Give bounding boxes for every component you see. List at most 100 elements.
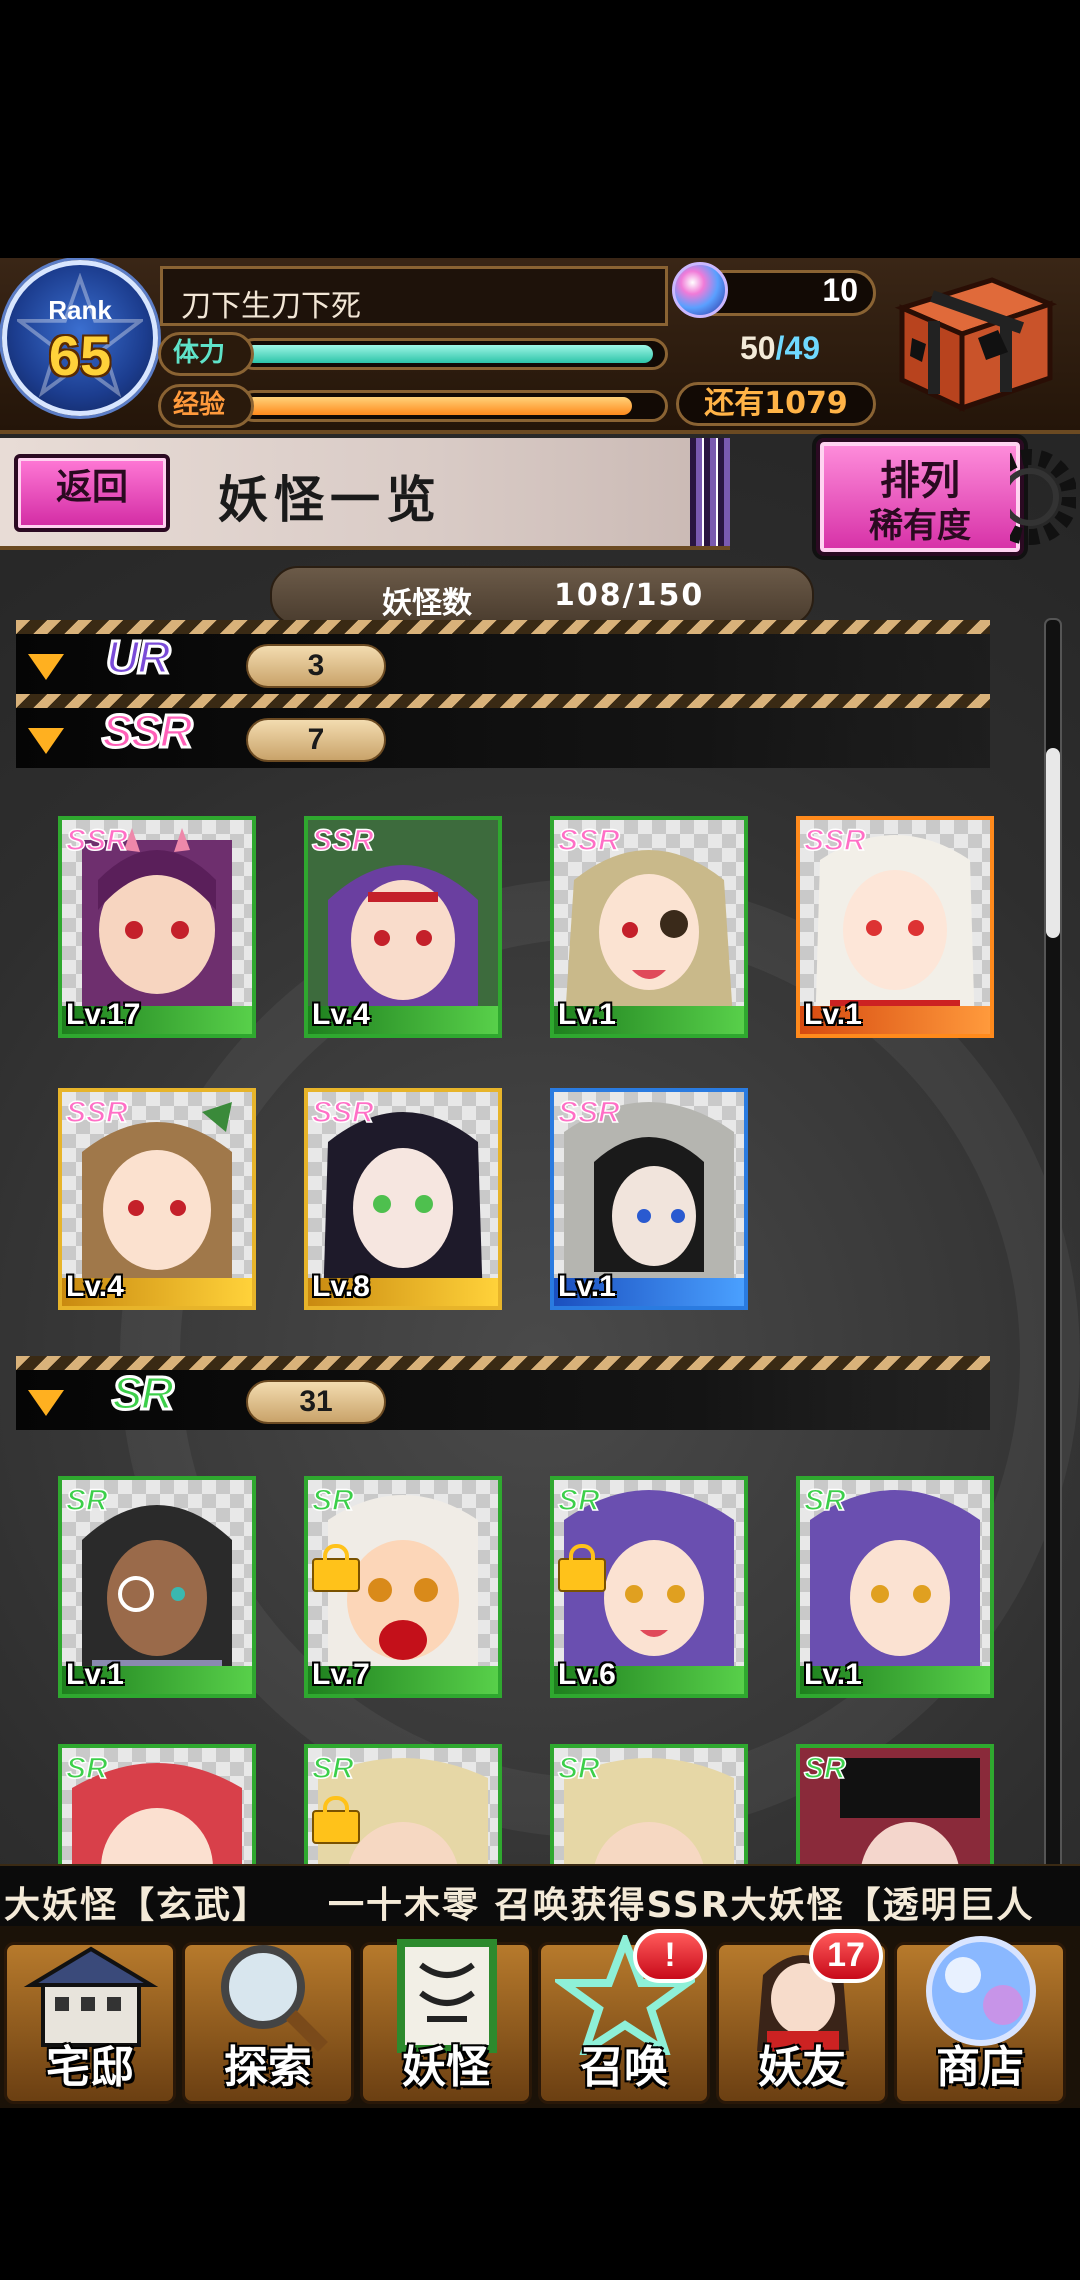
- rarity-tag: SSR: [557, 1095, 620, 1130]
- lock-icon: [312, 1544, 360, 1592]
- bottom-nav: 宅邸 探索 妖怪 召唤 ! 妖友 17 商店: [0, 1926, 1080, 2108]
- level-label: Lv.1: [558, 1270, 616, 1303]
- rarity-tag: SSR: [65, 1095, 128, 1130]
- rank-label: Rank: [48, 295, 112, 325]
- gem-count: 10: [822, 272, 858, 308]
- rarity-tag: SSR: [311, 823, 374, 858]
- rarity-tag: SSR: [311, 1095, 374, 1130]
- rank-badge[interactable]: Rank 65: [2, 260, 158, 416]
- level-label: Lv.1: [804, 1658, 862, 1691]
- hp-label: 体力: [158, 332, 254, 376]
- collapse-triangle-icon: [28, 654, 64, 680]
- level-label: Lv.4: [66, 1270, 124, 1303]
- rarity-tag: SR: [65, 1751, 108, 1786]
- rarity-tag: SR: [557, 1751, 600, 1786]
- stamina-max: 49: [784, 330, 821, 366]
- ur-rarity-logo: UR: [104, 630, 171, 685]
- title-bar: 返回 妖怪一览: [0, 438, 730, 550]
- gear-decoration-icon: [1010, 449, 1076, 545]
- level-label: Lv.1: [804, 998, 862, 1031]
- rarity-group-sr[interactable]: SR 31: [16, 1356, 990, 1430]
- nav-monsters-label: 妖怪: [402, 2042, 490, 2093]
- ur-count: 3: [246, 644, 386, 688]
- rank-number: 65: [48, 324, 112, 387]
- rarity-tag: SSR: [65, 823, 128, 858]
- gem-orb-icon: [672, 262, 728, 318]
- monster-count-pill: 妖怪数 108/150: [270, 566, 814, 626]
- exp-label: 经验: [158, 384, 254, 428]
- sr-count: 31: [246, 1380, 386, 1424]
- collapse-triangle-icon: [28, 728, 64, 754]
- nav-monsters[interactable]: 妖怪: [360, 1939, 532, 2104]
- monster-count-value: 108/150: [554, 578, 705, 613]
- collapse-triangle-icon: [28, 1390, 64, 1416]
- ssr-rarity-logo: SSR: [101, 704, 195, 759]
- hp-track: [238, 338, 668, 370]
- rarity-tag: SR: [65, 1483, 108, 1518]
- level-label: Lv.8: [312, 1270, 370, 1303]
- page-title: 妖怪一览: [218, 470, 442, 529]
- monster-card[interactable]: SSR Lv.1: [550, 816, 748, 1038]
- game-screen: Rank 65 刀下生刀下死 体力 经验 10 50/49 还有1079 返回 …: [0, 258, 1080, 2108]
- rarity-group-ur[interactable]: UR 3: [16, 620, 990, 694]
- back-button-label: 返回: [55, 466, 128, 508]
- rarity-tag: SR: [803, 1483, 846, 1518]
- rarity-group-ssr[interactable]: SSR 7: [16, 694, 990, 768]
- exp-bar: 经验: [158, 384, 670, 428]
- friends-count-badge: 17: [809, 1929, 883, 1983]
- stamina-readout: 50/49: [700, 330, 860, 367]
- nav-home[interactable]: 宅邸: [4, 1942, 176, 2104]
- exp-remaining: 还有1079: [676, 382, 876, 426]
- rarity-tag: SR: [311, 1483, 354, 1518]
- monster-count-label: 妖怪数: [382, 586, 472, 621]
- title-stripe-decoration: [690, 438, 730, 546]
- player-name: 刀下生刀下死: [181, 289, 361, 324]
- stamina-current: 50: [739, 330, 776, 366]
- nav-explore[interactable]: 探索: [182, 1942, 354, 2104]
- rarity-tag: SR: [311, 1751, 354, 1786]
- gift-box-icon[interactable]: [882, 268, 1062, 418]
- monster-card[interactable]: SR Lv.1: [796, 1476, 994, 1698]
- hp-fill: [245, 345, 653, 363]
- nav-summon-label: 召唤: [580, 2042, 668, 2093]
- sort-button-value: 稀有度: [869, 506, 971, 546]
- player-status-bar: Rank 65 刀下生刀下死 体力 经验 10 50/49 还有1079: [0, 258, 1080, 434]
- monster-card[interactable]: SSR Lv.8: [304, 1088, 502, 1310]
- summon-alert-badge: !: [633, 1929, 707, 1983]
- nav-explore-label: 探索: [224, 2042, 312, 2093]
- player-name-box: 刀下生刀下死: [160, 266, 668, 326]
- nav-summon[interactable]: 召唤 !: [538, 1929, 710, 2104]
- level-label: Lv.6: [558, 1658, 616, 1691]
- exp-fill: [245, 397, 632, 415]
- rarity-tag: SR: [803, 1751, 846, 1786]
- level-label: Lv.4: [312, 998, 370, 1031]
- rarity-tag: SR: [557, 1483, 600, 1518]
- monster-card[interactable]: SR Lv.6: [550, 1476, 748, 1698]
- monster-card[interactable]: SR Lv.7: [304, 1476, 502, 1698]
- monster-card[interactable]: SSR Lv.17: [58, 816, 256, 1038]
- scrollbar-thumb[interactable]: [1046, 748, 1060, 938]
- announcement-ticker: 大妖怪【玄武】 一十木零 召唤获得SSR大妖怪【透明巨人: [0, 1864, 1080, 1930]
- nav-shop[interactable]: 商店: [894, 1936, 1066, 2104]
- level-label: Lv.1: [558, 998, 616, 1031]
- nav-home-label: 宅邸: [46, 2042, 134, 2093]
- ticker-text: 大妖怪【玄武】 一十木零 召唤获得SSR大妖怪【透明巨人: [4, 1885, 1035, 1926]
- ssr-count: 7: [246, 718, 386, 762]
- level-label: Lv.7: [312, 1658, 370, 1691]
- monster-card[interactable]: SSR Lv.1: [550, 1088, 748, 1310]
- nav-friends-label: 妖友: [758, 2042, 846, 2093]
- monster-card[interactable]: SR Lv.1: [58, 1476, 256, 1698]
- level-label: Lv.1: [66, 1658, 124, 1691]
- level-label: Lv.17: [66, 998, 141, 1031]
- lock-icon: [312, 1796, 360, 1844]
- rarity-tag: SSR: [803, 823, 866, 858]
- sort-button[interactable]: 排列 稀有度: [816, 438, 1024, 556]
- lock-icon: [558, 1544, 606, 1592]
- monster-card[interactable]: SSR Lv.1: [796, 816, 994, 1038]
- nav-shop-label: 商店: [936, 2042, 1024, 2093]
- nav-friends[interactable]: 妖友 17: [716, 1929, 888, 2104]
- monster-card[interactable]: SSR Lv.4: [304, 816, 502, 1038]
- back-button[interactable]: 返回: [14, 454, 170, 532]
- sr-rarity-logo: SR: [111, 1366, 176, 1421]
- monster-card[interactable]: SSR Lv.4: [58, 1088, 256, 1310]
